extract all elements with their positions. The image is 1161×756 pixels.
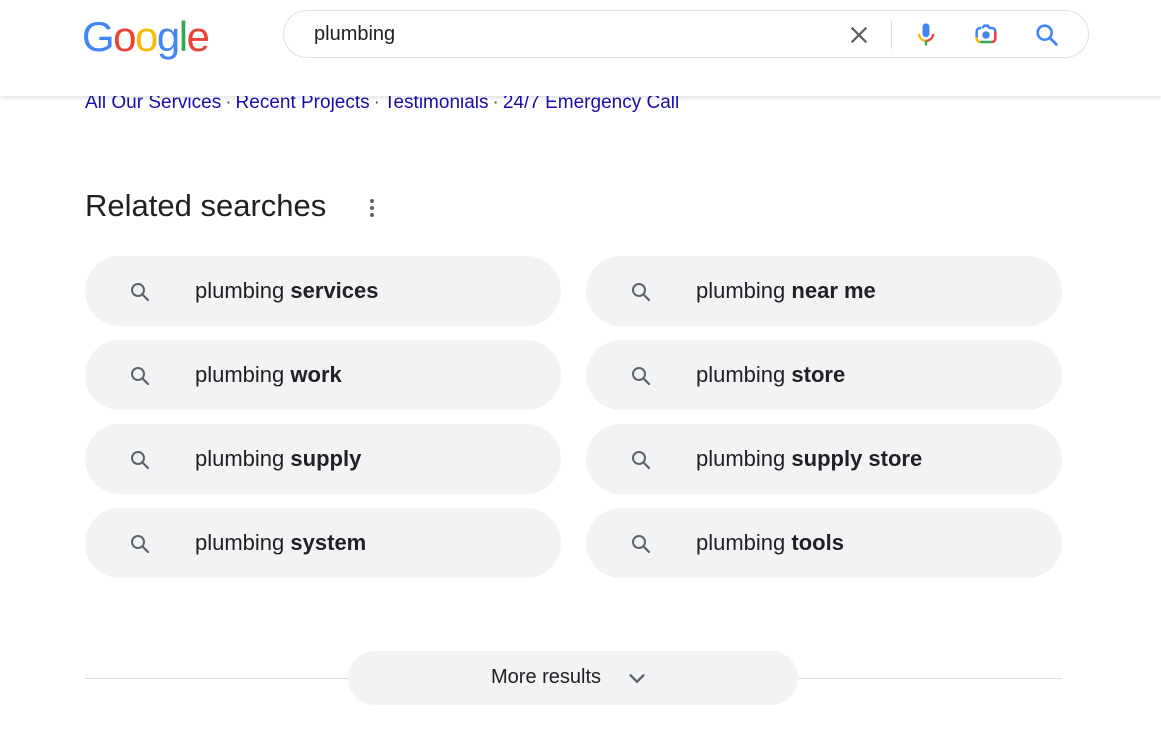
chip-prefix: plumbing (696, 278, 786, 303)
header: Google plumbing (0, 0, 1161, 96)
chip-label: plumbing store (696, 362, 845, 388)
related-search-chip[interactable]: plumbing near me (586, 256, 1062, 326)
search-icon (131, 451, 150, 470)
logo-letter: G (82, 13, 115, 60)
camera-lens-icon (975, 24, 997, 44)
chip-prefix: plumbing (195, 362, 285, 387)
search-input[interactable]: plumbing (314, 23, 395, 46)
more-results-label: More results (491, 666, 602, 688)
chip-label: plumbing supply store (696, 446, 922, 472)
related-search-chip[interactable]: plumbing supply store (586, 424, 1062, 494)
logo-letter: e (186, 13, 210, 60)
related-search-chip[interactable]: plumbing system (85, 508, 561, 578)
search-icon (632, 367, 651, 386)
chip-prefix: plumbing (195, 446, 285, 471)
search-icon (1036, 24, 1058, 46)
search-icon (632, 451, 651, 470)
chip-label: plumbing services (195, 278, 379, 304)
chip-label: plumbing supply (195, 446, 361, 472)
related-search-chip[interactable]: plumbing supply (85, 424, 561, 494)
chip-prefix: plumbing (195, 278, 285, 303)
search-icon (131, 367, 150, 386)
chip-bold: store (791, 362, 846, 387)
more-results-button[interactable]: More results (348, 651, 798, 705)
chip-prefix: plumbing (696, 362, 786, 387)
chip-bold: tools (791, 530, 844, 555)
search-divider (891, 21, 892, 49)
search-icon (632, 283, 651, 302)
close-icon (850, 26, 868, 44)
search-box[interactable]: plumbing (283, 10, 1089, 58)
divider-left (85, 678, 348, 679)
chip-bold: near me (791, 278, 876, 303)
chip-label: plumbing system (195, 530, 366, 556)
related-search-chip[interactable]: plumbing work (85, 340, 561, 410)
chip-bold: services (290, 278, 379, 303)
more-vert-icon (370, 199, 374, 217)
chip-bold: supply (290, 446, 362, 471)
voice-search-button[interactable] (912, 21, 940, 49)
more-options-button[interactable] (362, 196, 382, 220)
related-searches-title: Related searches (85, 188, 327, 223)
chip-prefix: plumbing (195, 530, 285, 555)
related-search-chip[interactable]: plumbing services (85, 256, 561, 326)
search-icon (131, 535, 150, 554)
logo-letter: o (135, 13, 158, 60)
chip-label: plumbing near me (696, 278, 876, 304)
google-logo[interactable]: Google (82, 13, 210, 61)
divider-right (798, 678, 1062, 679)
chevron-down-icon (629, 674, 645, 683)
microphone-icon (917, 23, 935, 46)
chip-bold: work (290, 362, 342, 387)
chip-prefix: plumbing (696, 530, 786, 555)
search-submit-button[interactable] (1033, 21, 1061, 49)
chip-bold: system (290, 530, 367, 555)
logo-letter: g (156, 13, 180, 60)
search-icon (131, 283, 150, 302)
chip-bold: supply store (791, 446, 923, 471)
chip-prefix: plumbing (696, 446, 786, 471)
clear-button[interactable] (845, 21, 873, 49)
search-icon (632, 535, 651, 554)
logo-letter: o (113, 13, 136, 60)
lens-search-button[interactable] (972, 21, 1000, 49)
related-search-chip[interactable]: plumbing tools (586, 508, 1062, 578)
chip-label: plumbing tools (696, 530, 844, 556)
chip-label: plumbing work (195, 362, 342, 388)
related-search-chip[interactable]: plumbing store (586, 340, 1062, 410)
logo-letter: l (178, 13, 188, 60)
